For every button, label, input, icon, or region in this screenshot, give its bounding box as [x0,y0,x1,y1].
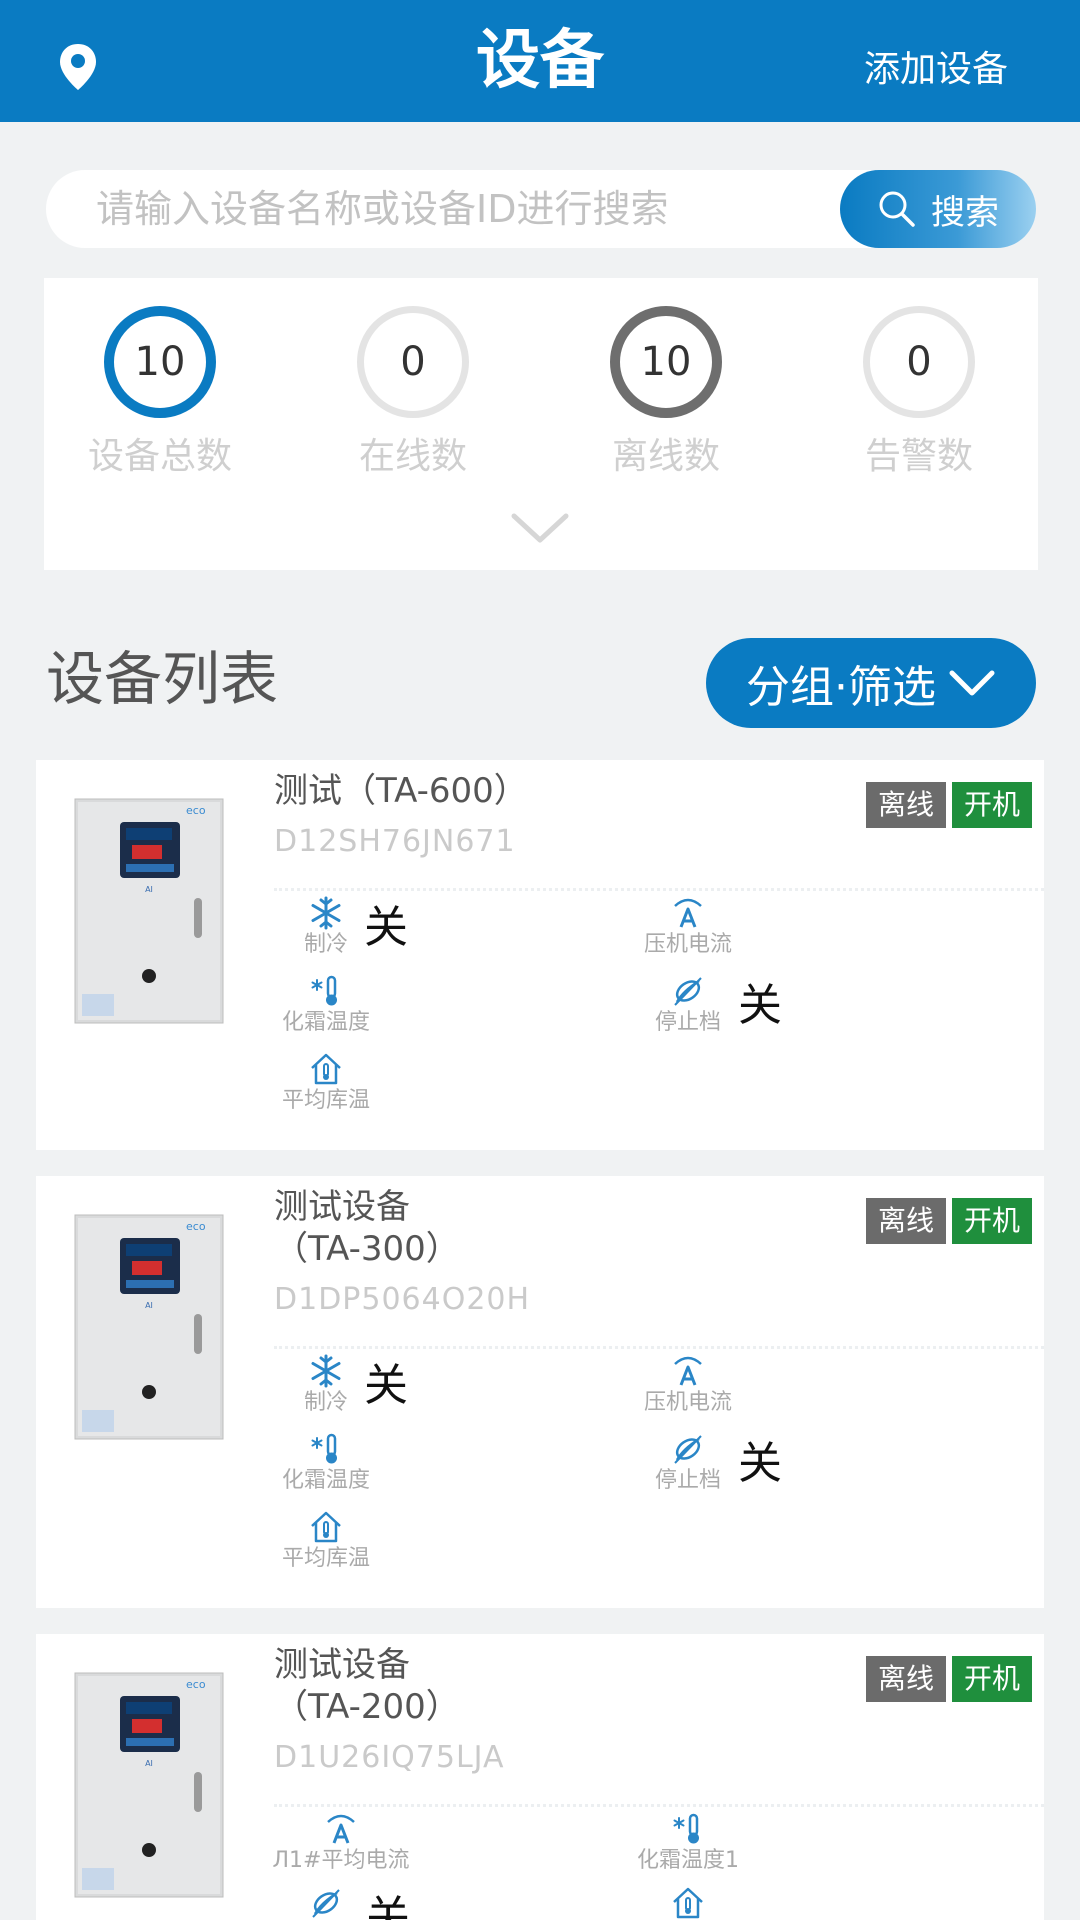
metric-value: 关 [364,1360,408,1411]
offline-badge: 离线 [865,1656,946,1702]
chevron-down-icon [949,670,995,696]
metric-label: 化霜温度 [281,1010,370,1035]
metric-avg-room-temp [628,1886,748,1920]
fan-icon [671,1432,705,1466]
group-filter-label: 分组·筛选 [746,662,936,713]
status-badges: 离线 开机 [865,782,1032,828]
power-on-badge: 开机 [951,1198,1032,1244]
metric-defrost-temp: 化霜温度1 [628,1812,748,1876]
defrost-thermometer-icon [671,1812,705,1846]
metric-avg-current: Л1#平均电流 [266,1812,416,1876]
metric-label: 平均库温 [281,1546,370,1571]
metric-value: 关 [364,902,408,953]
stat-ring: 0 [357,306,469,418]
house-thermometer-icon [309,1510,343,1544]
metric-value: 关 [738,980,782,1031]
device-card[interactable]: 测试设备 （TA-200） D1U26IQ75LJA 离线 开机 Л1#平均电流… [36,1634,1044,1920]
stat-total[interactable]: 10 设备总数 [60,306,260,480]
current-icon [324,1812,358,1846]
power-on-badge: 开机 [951,1656,1032,1702]
metric-label: 压机电流 [643,932,732,957]
metric-defrost-temp: 化霜温度 [266,974,386,1038]
snowflake-icon [309,896,343,930]
search-button-label: 搜索 [931,192,999,233]
device-id: D1DP5064O20H [274,1282,531,1317]
device-id: D1U26IQ75LJA [274,1740,505,1775]
device-name: 测试设备 （TA-200） [274,1645,460,1727]
metric-avg-room-temp: 平均库温 [266,1510,386,1574]
status-badges: 离线 开机 [865,1198,1032,1244]
fan-icon [671,974,705,1008]
divider [274,888,1044,891]
fan-icon [309,1886,343,1920]
metric-stop-gear: 停止档 [628,1432,748,1496]
metric-value: 关 [738,1438,782,1489]
stat-label: 在线数 [358,436,467,477]
search-button[interactable]: 搜索 [840,170,1036,248]
metric-label: Л1#平均电流 [272,1848,410,1873]
chevron-down-icon[interactable] [510,510,570,546]
device-image [74,798,224,1024]
stat-offline[interactable]: 10 离线数 [566,306,766,480]
device-image [74,1672,224,1898]
stat-alarm[interactable]: 0 告警数 [819,306,1019,480]
search-input[interactable] [46,170,846,248]
metric-avg-room-temp: 平均库温 [266,1052,386,1116]
status-badges: 离线 开机 [865,1656,1032,1702]
stat-label: 离线数 [611,436,720,477]
metric-label: 停止档 [654,1010,721,1035]
snowflake-icon [309,1354,343,1388]
house-thermometer-icon [309,1052,343,1086]
divider [274,1346,1044,1349]
stat-ring: 0 [863,306,975,418]
group-filter-button[interactable]: 分组·筛选 [706,638,1036,728]
defrost-thermometer-icon [309,974,343,1008]
device-image [74,1214,224,1440]
search-bar: 搜索 [46,170,1036,248]
device-card[interactable]: 测试（TA-600） D12SH76JN671 离线 开机 制冷 关 压机电流 … [36,760,1044,1150]
search-icon [879,191,915,227]
stat-label: 告警数 [864,436,973,477]
metric-label: 压机电流 [643,1390,732,1415]
add-device-button[interactable]: 添加设备 [864,46,1008,94]
metric-stop-gear: 停止档 [628,974,748,1038]
metric-compressor-current: 压机电流 [628,896,748,960]
device-id: D12SH76JN671 [274,824,516,859]
house-thermometer-icon [671,1886,705,1920]
metric-compressor-current: 压机电流 [628,1354,748,1418]
metric-label: 平均库温 [281,1088,370,1113]
metric-label: 停止档 [654,1468,721,1493]
divider [274,1804,1044,1807]
metric-value: 关 [366,1892,410,1920]
power-on-badge: 开机 [951,782,1032,828]
metric-label: 化霜温度 [281,1468,370,1493]
metric-defrost-temp: 化霜温度 [266,1432,386,1496]
device-list-title: 设备列表 [46,645,279,713]
device-name: 测试设备 （TA-300） [274,1187,460,1269]
stat-label: 设备总数 [87,436,232,477]
defrost-thermometer-icon [309,1432,343,1466]
offline-badge: 离线 [865,782,946,828]
stat-ring: 10 [610,306,722,418]
stat-ring: 10 [104,306,216,418]
device-name: 测试（TA-600） [274,771,528,811]
metric-label: 化霜温度1 [637,1848,739,1873]
stat-online[interactable]: 0 在线数 [313,306,513,480]
current-icon [671,1354,705,1388]
current-icon [671,896,705,930]
offline-badge: 离线 [865,1198,946,1244]
app-header: 设备 添加设备 [0,0,1080,122]
device-card[interactable]: 测试设备 （TA-300） D1DP5064O20H 离线 开机 制冷 关 压机… [36,1176,1044,1608]
